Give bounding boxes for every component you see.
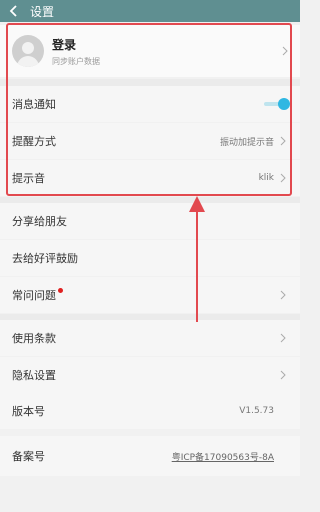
privacy-row[interactable]: 隐私设置 <box>0 357 300 393</box>
version-row: 版本号 V1.5.73 <box>0 393 300 429</box>
faq-label: 常问问题 <box>12 289 56 302</box>
chevron-right-icon <box>278 172 288 184</box>
login-title: 登录 <box>52 37 77 52</box>
icp-row: 备案号 粤ICP备17090563号-8A <box>0 436 300 476</box>
top-app-bar: 设置 <box>0 0 300 22</box>
terms-label: 使用条款 <box>12 332 56 345</box>
new-badge-dot <box>58 288 63 293</box>
avatar <box>12 35 44 67</box>
reminder-mode-row[interactable]: 提醒方式 振动加提示音 <box>0 123 300 159</box>
reminder-mode-label: 提醒方式 <box>12 135 56 148</box>
privacy-label: 隐私设置 <box>12 369 56 382</box>
back-button[interactable] <box>0 0 28 22</box>
notification-toggle[interactable] <box>264 98 290 110</box>
chevron-left-icon <box>9 5 17 17</box>
reminder-mode-value: 振动加提示音 <box>219 137 274 148</box>
chevron-right-icon <box>278 332 288 344</box>
ringtone-row[interactable]: 提示音 klik <box>0 160 300 196</box>
page-title: 设置 <box>30 4 55 19</box>
icp-label: 备案号 <box>12 450 45 463</box>
login-row[interactable]: 登录 同步账户数据 <box>0 25 300 77</box>
icp-link[interactable]: 粤ICP备17090563号-8A <box>172 450 274 463</box>
ringtone-label: 提示音 <box>12 172 45 185</box>
faq-row[interactable]: 常问问题 <box>0 277 300 313</box>
share-label: 分享给朋友 <box>12 215 67 228</box>
terms-row[interactable]: 使用条款 <box>0 320 300 356</box>
notification-label: 消息通知 <box>12 98 56 111</box>
version-value: V1.5.73 <box>239 406 274 416</box>
ringtone-value: klik <box>258 173 274 183</box>
rate-row[interactable]: 去给好评鼓励 <box>0 240 300 276</box>
faq-label-wrap: 常问问题 <box>12 287 278 303</box>
login-subtitle: 同步账户数据 <box>52 56 100 66</box>
version-label: 版本号 <box>12 405 45 418</box>
share-row[interactable]: 分享给朋友 <box>0 203 300 239</box>
notification-row[interactable]: 消息通知 <box>0 86 300 122</box>
rate-label: 去给好评鼓励 <box>12 252 78 265</box>
chevron-right-icon <box>278 369 288 381</box>
chevron-right-icon <box>278 135 288 147</box>
chevron-right-icon <box>278 289 288 301</box>
chevron-right-icon <box>280 45 290 57</box>
